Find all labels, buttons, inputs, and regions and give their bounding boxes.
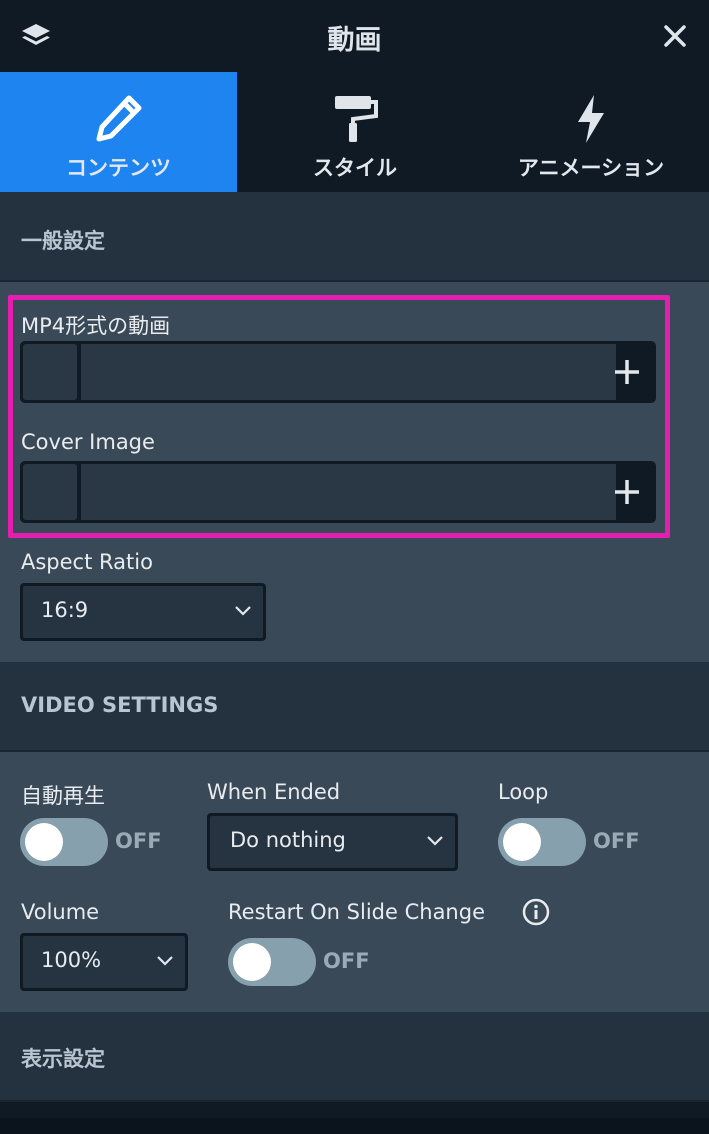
chevron-down-icon	[427, 836, 443, 846]
tab-animation-label: アニメーション	[517, 156, 665, 180]
cover-image-field	[20, 461, 656, 523]
restart-state: OFF	[323, 949, 370, 973]
section-general-title: 一般設定	[21, 229, 105, 253]
restart-label: Restart On Slide Change	[228, 900, 485, 924]
bottom-bar	[0, 1118, 709, 1134]
plus-icon	[615, 360, 639, 384]
volume-select[interactable]: 100%	[20, 933, 188, 991]
chevron-down-icon	[235, 606, 251, 616]
loop-label: Loop	[498, 780, 549, 804]
mp4-label: MP4形式の動画	[21, 314, 171, 338]
when-ended-label: When Ended	[207, 780, 341, 804]
aspect-ratio-select[interactable]: 16:9	[20, 583, 266, 641]
tab-animation[interactable]: アニメーション	[473, 72, 709, 192]
close-icon[interactable]	[661, 22, 689, 50]
aspect-ratio-label: Aspect Ratio	[21, 550, 153, 574]
mp4-thumbnail[interactable]	[23, 344, 77, 400]
section-display-header[interactable]: 表示設定	[0, 1012, 709, 1102]
restart-toggle-knob	[233, 943, 271, 981]
volume-label: Volume	[21, 900, 100, 924]
mp4-file-field	[20, 341, 656, 403]
mp4-add-button[interactable]	[598, 341, 656, 403]
tab-style[interactable]: スタイル	[237, 72, 473, 192]
tab-style-label: スタイル	[313, 156, 397, 180]
loop-toggle[interactable]	[498, 818, 586, 866]
autoplay-toggle[interactable]	[20, 818, 108, 866]
cover-image-label: Cover Image	[21, 430, 155, 454]
cover-image-thumbnail[interactable]	[23, 464, 77, 520]
section-video-header[interactable]: VIDEO SETTINGS	[0, 662, 709, 752]
volume-value: 100%	[41, 948, 102, 972]
section-display-title: 表示設定	[21, 1047, 105, 1071]
panel-header: 動画	[0, 0, 709, 72]
info-icon[interactable]	[522, 898, 550, 926]
when-ended-select[interactable]: Do nothing	[207, 813, 458, 871]
tab-content[interactable]: コンテンツ	[0, 72, 237, 192]
autoplay-label: 自動再生	[21, 784, 105, 808]
tab-bar: コンテンツ スタイル アニメーション	[0, 72, 709, 192]
when-ended-value: Do nothing	[230, 828, 346, 852]
paint-roller-icon	[335, 96, 378, 142]
restart-toggle[interactable]	[228, 938, 316, 986]
section-video-title: VIDEO SETTINGS	[21, 693, 219, 717]
cover-image-add-button[interactable]	[598, 461, 656, 523]
loop-state: OFF	[593, 829, 640, 853]
panel-title: 動画	[327, 25, 382, 56]
pencil-icon	[96, 95, 141, 142]
tab-content-label: コンテンツ	[66, 156, 171, 180]
loop-toggle-knob	[503, 823, 541, 861]
cover-image-input[interactable]	[81, 464, 616, 520]
chevron-down-icon	[157, 956, 173, 966]
autoplay-state: OFF	[115, 829, 162, 853]
plus-icon	[615, 480, 639, 504]
section-general-header[interactable]: 一般設定	[0, 192, 709, 282]
mp4-input[interactable]	[81, 344, 616, 400]
lightning-icon	[578, 95, 604, 143]
aspect-ratio-value: 16:9	[41, 598, 89, 622]
autoplay-toggle-knob	[25, 823, 63, 861]
